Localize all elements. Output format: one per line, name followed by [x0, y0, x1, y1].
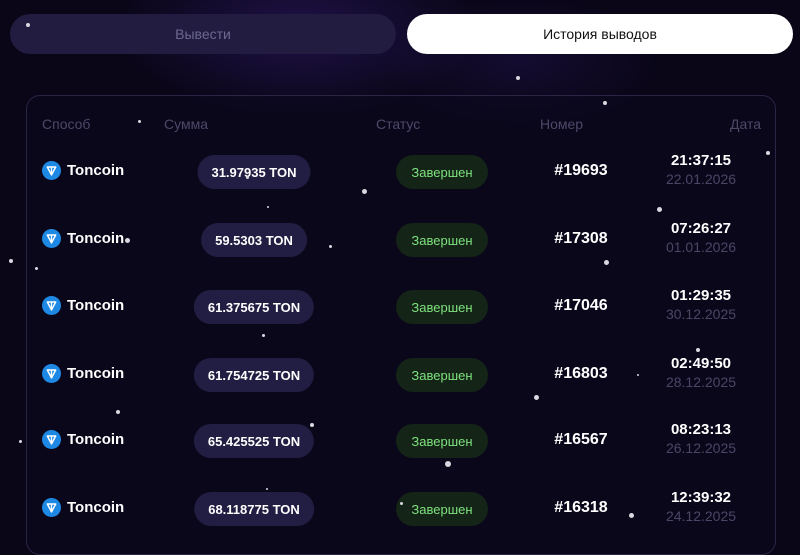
star-dot: [267, 206, 269, 208]
star-dot: [34, 266, 38, 270]
star-dot: [328, 244, 332, 248]
header-status: Статус: [376, 116, 421, 132]
method-label: Toncoin: [67, 431, 125, 448]
withdrawal-date: 01.01.2026: [665, 239, 737, 255]
withdrawal-time: 21:37:15: [670, 152, 732, 169]
amount-badge: 65.425525 TON: [193, 424, 315, 458]
toncoin-icon: [42, 498, 61, 517]
header-number: Номер: [540, 116, 584, 132]
tab-withdraw[interactable]: Вывести: [10, 14, 396, 54]
withdrawal-time: 12:39:32: [670, 489, 732, 506]
amount-badge: 61.375675 TON: [193, 290, 315, 324]
method-label: Toncoin: [67, 230, 125, 247]
table-row: Toncoin 65.425525 TON Завершен #16567 08:23:…: [0, 416, 800, 466]
star-dot: [696, 348, 700, 352]
method-cell: Toncoin: [42, 229, 124, 248]
star-dot: [445, 461, 451, 467]
tab-withdrawal-history[interactable]: История выводов: [407, 14, 793, 54]
status-badge: Завершен: [396, 424, 488, 458]
header-method: Способ: [42, 116, 91, 132]
star-dot: [603, 101, 607, 105]
star-dot: [361, 188, 367, 194]
withdrawal-number: #19693: [554, 162, 608, 179]
toncoin-icon: [42, 161, 61, 180]
amount-badge: 31.97935 TON: [197, 155, 311, 189]
star-dot: [9, 259, 13, 263]
method-label: Toncoin: [67, 499, 125, 516]
toncoin-icon: [42, 430, 61, 449]
withdrawal-time: 01:29:35: [670, 287, 732, 304]
tab-bar: Вывести История выводов: [10, 14, 794, 54]
withdrawal-time: 08:23:13: [670, 421, 732, 438]
table-row: Toncoin 61.375675 TON Завершен #17046 01:29:…: [0, 282, 800, 332]
withdrawal-date: 22.01.2026: [665, 171, 737, 187]
method-cell: Toncoin: [42, 430, 124, 449]
header-date: Дата: [729, 116, 761, 132]
withdrawal-number: #17308: [554, 230, 608, 247]
star-dot: [656, 206, 662, 212]
withdrawal-date: 24.12.2025: [665, 508, 737, 524]
star-dot: [310, 423, 314, 427]
method-cell: Toncoin: [42, 161, 124, 180]
status-badge: Завершен: [396, 290, 488, 324]
status-badge: Завершен: [396, 155, 488, 189]
star-dot: [261, 333, 265, 337]
star-dot: [124, 237, 130, 243]
withdrawal-date: 28.12.2025: [665, 374, 737, 390]
star-dot: [766, 151, 770, 155]
withdrawal-time: 02:49:50: [670, 355, 732, 372]
withdrawal-time: 07:26:27: [670, 220, 732, 237]
star-dot: [603, 259, 609, 265]
star-dot: [399, 501, 403, 505]
withdrawal-number: #16567: [554, 431, 608, 448]
withdrawal-number: #17046: [554, 297, 608, 314]
withdrawal-number: #16318: [554, 499, 608, 516]
method-label: Toncoin: [67, 162, 125, 179]
table-row: Toncoin 61.754725 TON Завершен #16803 02:49:…: [0, 350, 800, 400]
star-dot: [628, 512, 634, 518]
star-dot: [137, 119, 141, 123]
amount-badge: 68.118775 TON: [194, 492, 314, 526]
status-badge: Завершен: [396, 492, 488, 526]
toncoin-icon: [42, 364, 61, 383]
star-dot: [516, 76, 520, 80]
toncoin-icon: [42, 296, 61, 315]
star-dot: [245, 175, 249, 179]
status-badge: Завершен: [396, 358, 488, 392]
header-amount: Сумма: [164, 116, 208, 132]
star-dot: [18, 439, 22, 443]
amount-badge: 61.754725 TON: [193, 358, 315, 392]
star-dot: [266, 488, 268, 490]
table-row: Toncoin 59.5303 TON Завершен #17308 07:26:27…: [0, 215, 800, 265]
amount-badge: 59.5303 TON: [201, 223, 307, 257]
toncoin-icon: [42, 229, 61, 248]
star-dot: [116, 410, 120, 414]
star-dot: [26, 23, 30, 27]
table-row: Toncoin 31.97935 TON Завершен #19693 21:37:1…: [0, 147, 800, 197]
status-badge: Завершен: [396, 223, 488, 257]
star-dot: [637, 374, 639, 376]
withdrawal-date: 30.12.2025: [665, 306, 737, 322]
table-row: Toncoin 68.118775 TON Завершен #16318 12:39:…: [0, 484, 800, 534]
method-cell: Toncoin: [42, 498, 124, 517]
method-cell: Toncoin: [42, 296, 124, 315]
method-label: Toncoin: [67, 365, 125, 382]
withdrawal-number: #16803: [554, 365, 608, 382]
star-dot: [533, 394, 539, 400]
method-cell: Toncoin: [42, 364, 124, 383]
method-label: Toncoin: [67, 297, 125, 314]
withdrawal-date: 26.12.2025: [665, 440, 737, 456]
